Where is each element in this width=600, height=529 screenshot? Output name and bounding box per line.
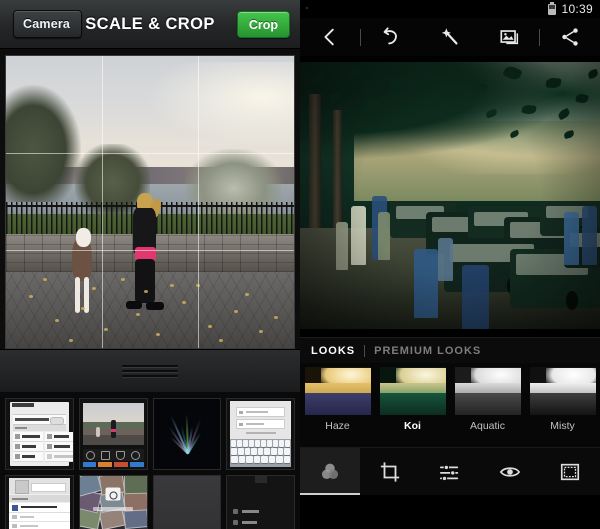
back-icon bbox=[324, 28, 334, 46]
filter-label-aquatic: Aquatic bbox=[469, 420, 506, 432]
thumb-dark-settings[interactable] bbox=[226, 475, 295, 529]
looks-filter-icon bbox=[321, 463, 339, 479]
screenshot-root: Camera SCALE & CROP Crop 10:39 LOOKS PRE… bbox=[0, 0, 600, 529]
share-button[interactable] bbox=[540, 18, 600, 56]
undo-icon bbox=[383, 27, 398, 45]
thumb-photo-editor[interactable] bbox=[78, 398, 148, 470]
share-icon bbox=[562, 28, 578, 46]
gallery-icon bbox=[500, 30, 518, 45]
instagram-camera-icon bbox=[105, 487, 121, 501]
editor-bottom-toolbar bbox=[300, 447, 600, 495]
undo-button[interactable] bbox=[361, 18, 421, 56]
filter-preview-misty bbox=[529, 367, 596, 415]
editor-photo-view[interactable] bbox=[300, 56, 600, 337]
street-scene-photo bbox=[300, 62, 600, 329]
looks-tab-bar: LOOKS PREMIUM LOOKS bbox=[300, 337, 600, 363]
adjust-sliders-icon bbox=[439, 464, 459, 481]
left-panel-scale-and-crop: Camera SCALE & CROP Crop bbox=[0, 0, 300, 529]
thumb-profile-facebook[interactable] bbox=[5, 475, 74, 529]
frame-icon bbox=[560, 463, 580, 480]
crop-grid-line-v2 bbox=[197, 56, 199, 348]
filter-preview-haze bbox=[304, 367, 371, 415]
tool-crop[interactable] bbox=[360, 448, 420, 495]
thumb-light-streaks[interactable] bbox=[152, 398, 222, 470]
filter-label-misty: Misty bbox=[550, 420, 575, 432]
back-button[interactable] bbox=[300, 18, 360, 56]
tool-tune-image[interactable] bbox=[420, 448, 480, 495]
crop-grid-line-h2 bbox=[6, 250, 294, 252]
tool-looks[interactable] bbox=[300, 448, 360, 495]
photo-dog bbox=[72, 228, 95, 313]
battery-icon bbox=[548, 1, 557, 15]
tab-premium-looks[interactable]: PREMIUM LOOKS bbox=[374, 345, 481, 357]
left-header-bar: Camera SCALE & CROP Crop bbox=[0, 0, 300, 49]
thumb-instagram-collage[interactable] bbox=[78, 475, 148, 529]
photo-tree-left bbox=[6, 85, 81, 202]
editor-top-toolbar bbox=[300, 18, 600, 56]
crop-button-label: Crop bbox=[248, 17, 278, 32]
filter-haze[interactable]: Haze bbox=[304, 367, 371, 432]
filter-preview-koi bbox=[379, 367, 446, 415]
filter-misty[interactable]: Misty bbox=[529, 367, 596, 432]
crop-handle-tr[interactable] bbox=[282, 56, 294, 68]
filter-label-haze: Haze bbox=[325, 420, 350, 432]
filter-strip[interactable]: Haze Koi Aquatic Misty bbox=[300, 363, 600, 447]
crop-canvas[interactable] bbox=[5, 55, 295, 349]
filter-koi[interactable]: Koi bbox=[379, 367, 446, 432]
crop-photo bbox=[6, 56, 294, 348]
thumb-login-keyboard[interactable] bbox=[226, 398, 295, 470]
crop-handle-tl[interactable] bbox=[6, 56, 18, 68]
gallery-button[interactable] bbox=[480, 18, 540, 56]
crop-handle-br[interactable] bbox=[282, 336, 294, 348]
tab-looks[interactable]: LOOKS bbox=[311, 345, 355, 357]
tool-details[interactable] bbox=[480, 448, 540, 495]
crop-handle-bl[interactable] bbox=[6, 336, 18, 348]
magic-wand-icon bbox=[441, 28, 458, 45]
tool-frames[interactable] bbox=[540, 448, 600, 495]
crop-icon bbox=[380, 461, 400, 482]
filter-label-koi: Koi bbox=[404, 420, 421, 432]
thumb-blank-grey[interactable] bbox=[152, 475, 222, 529]
crop-grid-line-v1 bbox=[101, 56, 103, 348]
thumbnail-grid bbox=[0, 392, 300, 529]
thumb-share-settings[interactable] bbox=[5, 398, 74, 470]
auto-enhance-button[interactable] bbox=[420, 18, 480, 56]
filter-aquatic[interactable]: Aquatic bbox=[454, 367, 521, 432]
instagram-wordmark bbox=[93, 507, 134, 512]
filter-preview-aquatic bbox=[454, 367, 521, 415]
drag-handle-strip[interactable] bbox=[0, 349, 300, 392]
crop-button[interactable]: Crop bbox=[236, 11, 290, 38]
status-clock: 10:39 bbox=[561, 2, 593, 16]
android-status-bar: 10:39 bbox=[300, 0, 600, 18]
notification-dot-icon bbox=[306, 7, 308, 9]
tab-divider bbox=[364, 344, 366, 357]
crop-grid-line-h1 bbox=[6, 153, 294, 155]
right-panel-photo-editor: 10:39 LOOKS PREMIUM LOOKS Haze Koi Aquat… bbox=[300, 0, 600, 529]
grip-handle-icon[interactable] bbox=[122, 362, 178, 380]
eye-icon bbox=[499, 466, 521, 477]
